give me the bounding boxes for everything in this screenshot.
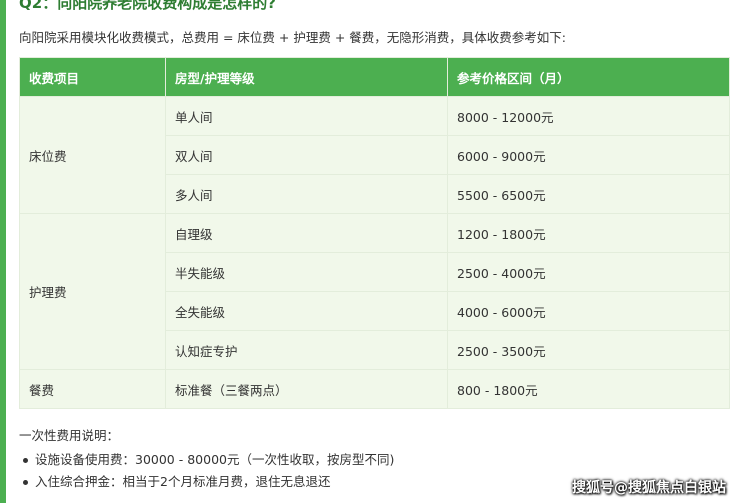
fee-table: 收费项目 房型/护理等级 参考价格区间（月） 床位费 单人间 8000 - 12…: [19, 57, 730, 409]
price-cell: 5500 - 6500元: [447, 174, 730, 214]
header-price-range: 参考价格区间（月）: [447, 57, 730, 97]
list-item: 设施设备使用费：30000 - 80000元（一次性收取，按房型不同): [19, 449, 394, 471]
question-heading: Q2：向阳院养老院收费构成是怎样的?: [19, 0, 276, 12]
list-item: 入住综合押金：相当于2个月标准月费，退住无息退还: [19, 471, 394, 493]
category-cell: 餐费: [19, 369, 166, 409]
accent-bar: [0, 0, 6, 503]
item-cell: 自理级: [165, 213, 448, 253]
header-category: 收费项目: [19, 57, 166, 97]
category-cell: 床位费: [19, 96, 166, 214]
header-room-level: 房型/护理等级: [165, 57, 448, 97]
table-row: 护理费 自理级 1200 - 1800元: [19, 213, 730, 370]
table-row: 床位费 单人间 8000 - 12000元: [19, 96, 730, 214]
item-cell: 双人间: [165, 135, 448, 175]
price-cell: 2500 - 3500元: [447, 330, 730, 370]
price-cell: 4000 - 6000元: [447, 291, 730, 331]
table-header-row: 收费项目 房型/护理等级 参考价格区间（月）: [19, 57, 730, 97]
price-cell: 1200 - 1800元: [447, 213, 730, 253]
price-cell: 2500 - 4000元: [447, 252, 730, 292]
item-cell: 标准餐（三餐两点）: [165, 369, 448, 409]
bullet-icon: [23, 480, 28, 485]
source-watermark: 搜狐号@搜狐焦点白银站: [572, 480, 726, 496]
list-item-text: 设施设备使用费：30000 - 80000元（一次性收取，按房型不同): [35, 452, 395, 467]
one-time-fee-title: 一次性费用说明：: [19, 428, 120, 443]
table-row: 餐费 标准餐（三餐两点） 800 - 1800元: [19, 369, 730, 409]
price-cell: 8000 - 12000元: [447, 96, 730, 136]
price-cell: 800 - 1800元: [447, 369, 730, 409]
bullet-icon: [23, 458, 28, 463]
one-time-fee-list: 设施设备使用费：30000 - 80000元（一次性收取，按房型不同) 入住综合…: [19, 449, 394, 493]
price-cell: 6000 - 9000元: [447, 135, 730, 175]
item-cell: 认知症专护: [165, 330, 448, 370]
item-cell: 半失能级: [165, 252, 448, 292]
item-cell: 单人间: [165, 96, 448, 136]
item-cell: 全失能级: [165, 291, 448, 331]
list-item-text: 入住综合押金：相当于2个月标准月费，退住无息退还: [35, 474, 331, 489]
item-cell: 多人间: [165, 174, 448, 214]
intro-paragraph: 向阳院采用模块化收费模式，总费用 = 床位费 + 护理费 + 餐费，无隐形消费，…: [19, 30, 566, 45]
category-cell: 护理费: [19, 213, 166, 370]
